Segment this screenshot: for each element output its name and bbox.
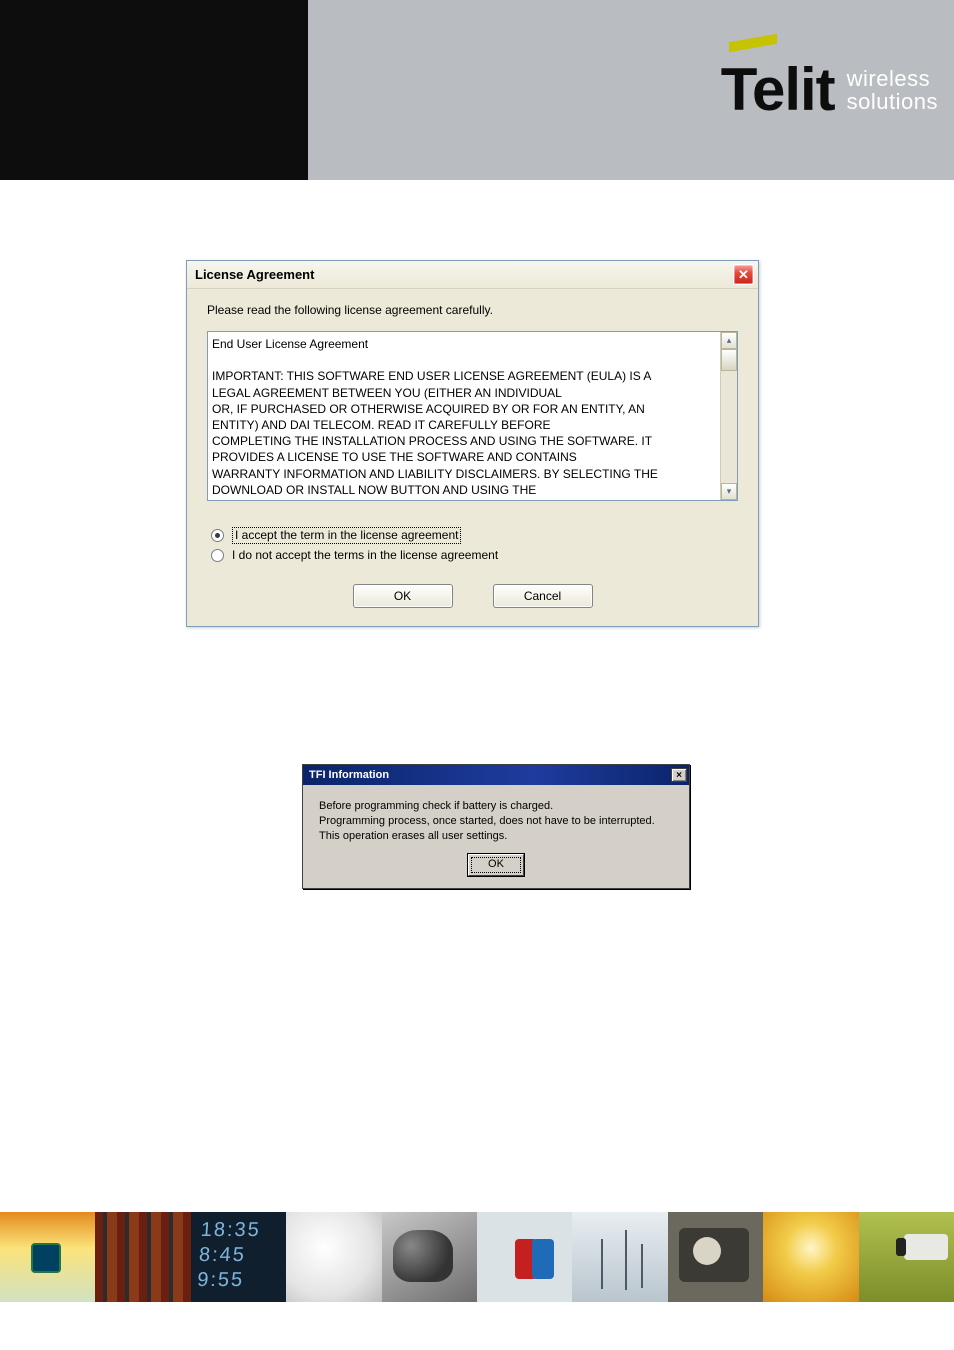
tfi-message-line2: Programming process, once started, does … [319,814,673,829]
dialog-button-row: OK Cancel [207,584,738,608]
brand-tagline-line2: solutions [847,89,938,114]
ok-button[interactable]: OK [353,584,453,608]
radio-icon[interactable] [211,549,224,562]
footer-tile-laptop [286,1212,381,1302]
brand-tagline-line1: wireless [847,66,930,91]
close-icon[interactable]: ✕ [733,264,754,285]
footer-tile-windturbines [572,1212,667,1302]
header-left-block [0,0,308,180]
footer-tile-tunnel [763,1212,858,1302]
footer-tile-motorbike [382,1212,477,1302]
clock-line3: 9:55 [196,1269,244,1291]
radio-icon[interactable] [211,529,224,542]
scroll-track[interactable] [721,371,737,483]
radio-decline-label: I do not accept the terms in the license… [232,548,498,562]
telit-logo: Telit wireless solutions [721,60,938,120]
footer-tile-camera [859,1212,954,1302]
license-title: License Agreement [195,267,314,282]
scroll-up-icon[interactable]: ▴ [721,332,737,349]
radio-accept-label: I accept the term in the license agreeme… [232,527,461,544]
clock-line1: 18:35 [200,1219,262,1241]
cancel-button[interactable]: Cancel [493,584,593,608]
tfi-information-dialog: TFI Information × Before programming che… [302,764,690,889]
tfi-message-line1: Before programming check if battery is c… [319,799,673,814]
license-intro-text: Please read the following license agreem… [207,303,738,317]
brand-tagline: wireless solutions [847,67,938,113]
clock-line2: 8:45 [198,1244,246,1266]
header-right-block: Telit wireless solutions [308,0,954,180]
license-titlebar: License Agreement ✕ [187,261,758,289]
radio-decline[interactable]: I do not accept the terms in the license… [211,548,734,562]
scroll-down-icon[interactable]: ▾ [721,483,737,500]
tfi-body: Before programming check if battery is c… [303,785,689,888]
footer-tile-meter [668,1212,763,1302]
radio-accept[interactable]: I accept the term in the license agreeme… [211,527,734,544]
tfi-title: TFI Information [309,769,389,781]
license-agreement-dialog: License Agreement ✕ Please read the foll… [186,260,759,627]
footer-tile-roadsign [0,1212,95,1302]
footer-image-strip: 18:35 8:45 9:55 [0,1212,954,1302]
eula-text-content[interactable]: End User License Agreement IMPORTANT: TH… [208,332,720,500]
footer-tile-containers [95,1212,190,1302]
brand-mark: Telit [721,60,835,120]
footer-tile-vending [477,1212,572,1302]
scrollbar[interactable]: ▴ ▾ [720,332,737,500]
tfi-button-row: OK [319,854,673,876]
close-icon[interactable]: × [671,768,687,782]
tfi-message-line3: This operation erases all user settings. [319,829,673,844]
eula-textarea: End User License Agreement IMPORTANT: TH… [207,331,738,501]
footer-tile-digital-clock: 18:35 8:45 9:55 [191,1212,286,1302]
scroll-thumb[interactable] [721,349,737,371]
ok-button[interactable]: OK [468,854,524,876]
license-body: Please read the following license agreem… [187,289,758,626]
radio-group: I accept the term in the license agreeme… [207,527,738,562]
tfi-titlebar: TFI Information × [303,765,689,785]
page-header: Telit wireless solutions [0,0,954,180]
